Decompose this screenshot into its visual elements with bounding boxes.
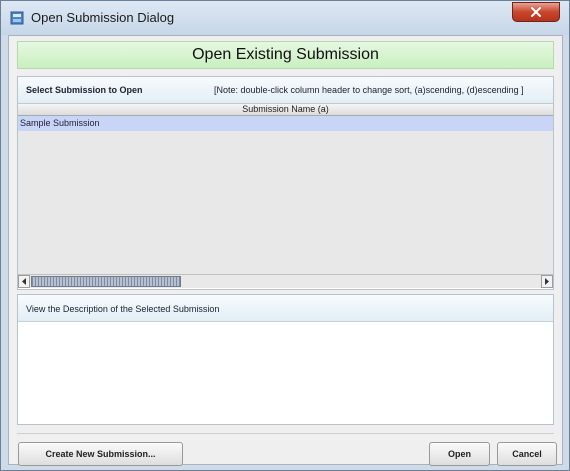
scroll-right-button[interactable] bbox=[541, 275, 553, 288]
open-button[interactable]: Open bbox=[429, 442, 490, 466]
title-bar[interactable]: Open Submission Dialog bbox=[1, 1, 569, 35]
dialog-window: Open Submission Dialog Open Existing Sub… bbox=[0, 0, 570, 471]
description-panel-header: View the Description of the Selected Sub… bbox=[18, 295, 553, 321]
sort-note: [Note: double-click column header to cha… bbox=[214, 85, 524, 95]
close-icon bbox=[531, 7, 541, 17]
select-panel-header: Select Submission to Open [Note: double-… bbox=[18, 77, 553, 103]
arrow-left-icon bbox=[22, 278, 26, 285]
create-new-submission-button[interactable]: Create New Submission... bbox=[18, 442, 183, 466]
dialog-banner: Open Existing Submission bbox=[17, 41, 554, 69]
dialog-content: Open Existing Submission Select Submissi… bbox=[8, 35, 563, 466]
cancel-button[interactable]: Cancel bbox=[497, 442, 557, 466]
submission-table[interactable]: Submission Name (a) Sample Submission bbox=[18, 103, 553, 274]
close-button[interactable] bbox=[512, 2, 560, 22]
select-panel-label: Select Submission to Open bbox=[26, 85, 143, 95]
column-header-submission-name[interactable]: Submission Name (a) bbox=[18, 103, 553, 116]
app-icon bbox=[10, 11, 24, 25]
submission-select-panel: Select Submission to Open [Note: double-… bbox=[17, 76, 554, 290]
description-text-area[interactable] bbox=[18, 321, 553, 424]
description-panel: View the Description of the Selected Sub… bbox=[17, 294, 554, 425]
description-panel-label: View the Description of the Selected Sub… bbox=[26, 304, 220, 314]
button-separator bbox=[17, 433, 554, 434]
scroll-thumb[interactable] bbox=[31, 276, 181, 287]
arrow-right-icon bbox=[545, 278, 549, 285]
scroll-left-button[interactable] bbox=[18, 275, 30, 288]
row-label: Sample Submission bbox=[20, 118, 100, 128]
table-row[interactable]: Sample Submission bbox=[18, 116, 553, 131]
window-title: Open Submission Dialog bbox=[31, 10, 175, 25]
horizontal-scrollbar[interactable] bbox=[18, 274, 553, 288]
